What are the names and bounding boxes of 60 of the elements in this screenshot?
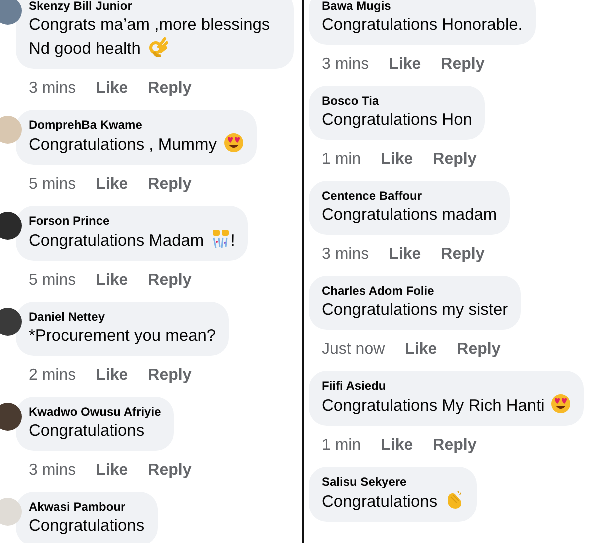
reply-link[interactable]: Reply [433, 436, 477, 456]
comment-time[interactable]: 3 mins [29, 79, 76, 99]
comment-time[interactable]: 3 mins [322, 245, 370, 265]
heart-eyes-emoji-icon [224, 133, 244, 153]
comment-text: Congratulations madam [322, 205, 498, 226]
comment-text: Congratulations , Mummy [29, 133, 244, 157]
comment-text: Congratulations [29, 516, 145, 537]
avatar[interactable] [0, 212, 22, 240]
comment-author[interactable]: Forson Prince [29, 213, 236, 229]
comment-author[interactable]: Bosco Tia [322, 93, 472, 109]
comment-author[interactable]: Akwasi Pambour [29, 499, 145, 515]
comment-text: Congratulations My Rich Hanti [322, 394, 572, 418]
reply-link[interactable]: Reply [148, 461, 192, 481]
comment-time[interactable]: 5 mins [29, 175, 76, 195]
like-link[interactable]: Like [381, 150, 414, 170]
comment-time[interactable]: 2 mins [29, 366, 76, 386]
like-link[interactable]: Like [405, 340, 438, 360]
reply-link[interactable]: Reply [441, 55, 485, 75]
reply-link[interactable]: Reply [457, 340, 501, 360]
comment-text: Congrats ma’am ,more blessings Nd good health [29, 15, 272, 60]
comment-author[interactable]: Salisu Sekyere [322, 474, 464, 490]
reply-link[interactable]: Reply [148, 366, 192, 386]
comment-author[interactable]: Charles Adom Folie [322, 283, 508, 299]
comment-text: Congratulations [322, 490, 464, 514]
comment-time[interactable]: 3 mins [322, 55, 370, 75]
like-link[interactable]: Like [381, 436, 414, 456]
reply-link[interactable]: Reply [148, 79, 192, 99]
reply-link[interactable]: Reply [148, 271, 192, 291]
like-link[interactable]: Like [96, 271, 128, 291]
comment-text: Congratulations Madam ! [29, 229, 236, 253]
like-link[interactable]: Like [389, 245, 422, 265]
comment-time[interactable]: Just now [322, 340, 386, 360]
like-link[interactable]: Like [96, 366, 128, 386]
comment-author[interactable]: Fiifi Asiedu [322, 378, 572, 394]
comment-time[interactable]: 1 min [322, 436, 362, 456]
comment-author[interactable]: Centence Baffour [322, 188, 498, 204]
like-link[interactable]: Like [96, 175, 128, 195]
comment-author[interactable]: Daniel Nettey [29, 309, 216, 325]
comment-author[interactable]: Bawa Mugis [322, 0, 523, 14]
ok-hand-icon [148, 37, 168, 57]
heart-eyes-emoji-icon [551, 394, 572, 414]
comment-author[interactable]: Kwadwo Owusu Afriyie [29, 404, 162, 420]
like-link[interactable]: Like [96, 461, 128, 481]
comment-text: Congratulations [29, 421, 146, 442]
reply-link[interactable]: Reply [441, 245, 485, 265]
comment-text: Congratulations Hon [322, 110, 472, 131]
reply-link[interactable]: Reply [148, 175, 192, 195]
like-link[interactable]: Like [389, 55, 422, 75]
reply-link[interactable]: Reply [433, 150, 477, 170]
comment-text: Congratulations my sister [322, 300, 508, 321]
avatar[interactable] [0, 403, 22, 431]
comment-time[interactable]: 1 min [322, 150, 362, 170]
comment-author[interactable]: Skenzy Bill Junior [29, 0, 281, 14]
avatar[interactable] [0, 308, 22, 336]
comment-text: *Procurement you mean? [29, 326, 216, 347]
comment-author[interactable]: DomprehBa Kwame [29, 117, 244, 133]
comment-time[interactable]: 3 mins [29, 461, 76, 481]
comment-text: Congratulations Honorable. [322, 15, 523, 36]
like-link[interactable]: Like [96, 79, 128, 99]
comment-time[interactable]: 5 mins [29, 271, 76, 291]
